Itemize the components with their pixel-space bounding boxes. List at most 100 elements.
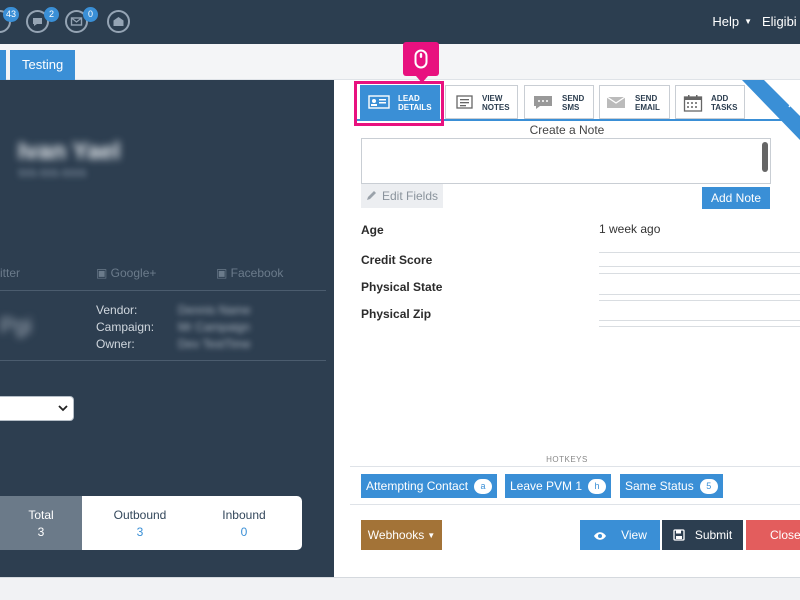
submit-button[interactable]: Submit <box>662 520 743 550</box>
google-plus-icon: ▣ <box>96 266 111 280</box>
lead-tab-strip: Testing <box>0 44 800 80</box>
hotkey-key: 5 <box>699 479 718 494</box>
hotkey-leave-pvm[interactable]: Leave PVM 1 h <box>505 474 612 498</box>
facebook-link[interactable]: ▣ Facebook <box>216 266 283 280</box>
field-credit-score-label: Credit Score <box>361 253 433 267</box>
edit-fields-label: Edit Fields <box>382 189 439 203</box>
view-button[interactable]: View <box>580 520 660 550</box>
calendar-icon <box>683 95 703 112</box>
previous-tab[interactable] <box>0 50 6 80</box>
mouse-click-indicator <box>403 42 439 83</box>
tab-label-line: SEND <box>635 94 658 103</box>
field-divider <box>599 266 800 267</box>
eligibility-menu[interactable]: Eligibi <box>762 14 797 29</box>
hotkey-label: Same Status <box>625 479 694 493</box>
tab-label-line: SMS <box>562 103 580 112</box>
field-age-label: Age <box>361 223 384 237</box>
vendor-value-redacted: Dennis Name <box>178 303 251 317</box>
stat-inbound: Inbound 0 <box>186 496 302 550</box>
tab-label-line: VIEW <box>482 94 503 103</box>
divider <box>0 360 326 361</box>
edit-fields-button[interactable]: Edit Fields <box>361 184 443 208</box>
lead-name-redacted: Ivan Yael <box>18 138 121 165</box>
divider <box>0 290 326 291</box>
mouse-icon <box>414 49 428 69</box>
tab-send-email-label: SEND EMAIL <box>635 94 660 112</box>
notification-count-badge: 43 <box>3 7 20 22</box>
view-label: View <box>621 528 647 542</box>
status-select[interactable] <box>0 396 74 421</box>
tab-label-line: NOTES <box>482 103 510 112</box>
stat-total: Total 3 <box>0 496 82 550</box>
stat-total-value: 3 <box>37 525 45 539</box>
tab-label-line: EMAIL <box>635 103 660 112</box>
webhooks-label: Webhooks <box>367 528 425 542</box>
hotkeys-label: HOTKEYS <box>546 455 588 464</box>
call-stats-card: Total 3 Outbound 3 Inbound 0 <box>0 496 302 550</box>
tab-testing[interactable]: Testing <box>10 50 76 80</box>
twitter-link[interactable]: itter <box>0 266 20 280</box>
create-note-title: Create a Note <box>529 123 605 137</box>
floppy-disk-icon <box>673 529 685 541</box>
field-physical-zip-label: Physical Zip <box>361 307 432 321</box>
pencil-icon <box>367 191 376 200</box>
envelope-icon <box>606 96 626 108</box>
hotkeys-divider <box>350 466 800 467</box>
close-button[interactable]: Close <box>746 520 800 550</box>
hotkey-key: a <box>474 479 493 494</box>
lead-subtitle-redacted: 555-555-5555 <box>18 168 87 180</box>
hotkey-label: Attempting Contact <box>366 479 469 493</box>
open-envelope-icon[interactable] <box>107 10 130 33</box>
field-divider <box>599 320 800 321</box>
tab-add-tasks-label: ADD TASKS <box>711 94 738 112</box>
tab-view-notes[interactable]: VIEW NOTES <box>445 85 518 119</box>
submit-label: Submit <box>694 528 733 542</box>
field-divider <box>599 326 800 327</box>
chevron-down-icon <box>58 405 68 412</box>
stat-outbound-value[interactable]: 3 <box>82 525 198 539</box>
campaign-label: Campaign: <box>96 320 155 334</box>
field-age-value: 1 week ago <box>599 222 661 236</box>
tab-label-line: SEND <box>562 94 585 103</box>
sms-icon <box>534 96 552 109</box>
tab-send-sms[interactable]: SEND SMS <box>524 85 594 119</box>
tab-label-line: ADD <box>711 94 729 103</box>
add-note-button[interactable]: Add Note <box>702 187 770 209</box>
field-divider <box>599 273 800 274</box>
tab-view-notes-label: VIEW NOTES <box>482 94 510 112</box>
google-plus-label: Google+ <box>110 266 157 280</box>
note-textarea[interactable] <box>361 138 771 184</box>
hotkey-label: Leave PVM 1 <box>510 479 583 493</box>
notes-icon <box>456 95 473 109</box>
field-divider <box>599 294 800 295</box>
click-highlight <box>354 42 444 126</box>
chat-count-badge: 2 <box>44 7 59 22</box>
hotkey-key: h <box>588 479 607 494</box>
campaign-value-redacted: Mr Campaign <box>178 320 251 334</box>
lead-profile-panel: Ivan Yael 555-555-5555 itter ▣ Google+ ▣… <box>0 80 334 577</box>
tab-send-email[interactable]: SEND EMAIL <box>599 85 670 119</box>
tab-add-tasks[interactable]: ADD TASKS <box>675 85 745 119</box>
help-menu[interactable]: Help ▼ <box>712 14 752 29</box>
caret-down-icon: ▼ <box>744 17 752 26</box>
stat-inbound-value[interactable]: 0 <box>186 525 302 539</box>
stat-outbound: Outbound 3 <box>82 496 198 550</box>
webhooks-dropdown-button[interactable]: Webhooks ▼ <box>361 520 442 550</box>
email-count-badge: 0 <box>83 7 98 22</box>
help-label: Help <box>712 14 740 29</box>
hotkey-attempting-contact[interactable]: Attempting Contact a <box>361 474 498 498</box>
field-divider <box>599 252 800 253</box>
vendor-label: Vendor: <box>96 303 138 317</box>
facebook-icon: ▣ <box>216 266 231 280</box>
field-divider <box>599 300 800 301</box>
stat-outbound-label: Outbound <box>113 508 167 522</box>
textarea-scrollbar[interactable] <box>762 142 768 172</box>
stat-total-label: Total <box>28 508 54 522</box>
owner-label: Owner: <box>96 337 135 351</box>
hotkey-same-status[interactable]: Same Status 5 <box>620 474 723 498</box>
tab-label-line: TASKS <box>711 103 738 112</box>
top-navbar: 43 2 0 Help ▼ Eligibi <box>0 0 800 44</box>
lead-status-redacted: Pgi <box>0 313 32 338</box>
caret-down-icon: ▼ <box>427 531 436 540</box>
google-plus-link[interactable]: ▣ Google+ <box>96 266 156 280</box>
